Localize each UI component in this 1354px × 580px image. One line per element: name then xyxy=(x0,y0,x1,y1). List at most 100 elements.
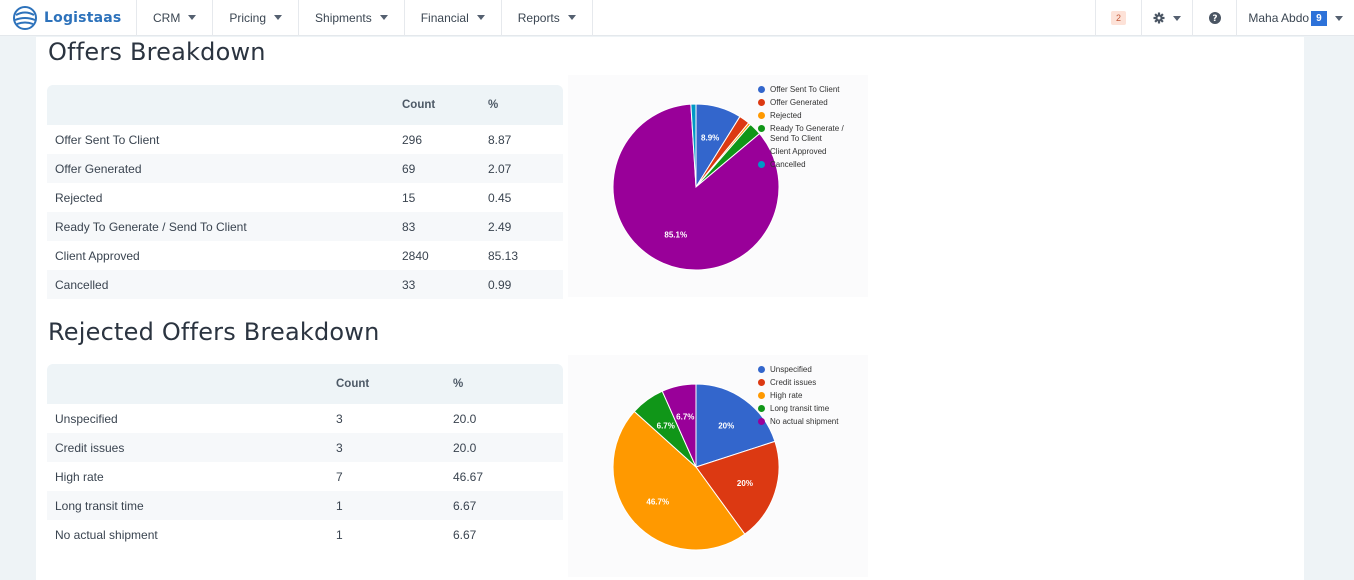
offers-breakdown-title: Offers Breakdown xyxy=(48,38,266,66)
notification-badge: 2 xyxy=(1110,11,1126,25)
legend-label: No actual shipment xyxy=(770,417,839,427)
legend-label: Offer Generated xyxy=(770,98,828,108)
header-percent: % xyxy=(453,364,563,404)
row-label: Client Approved xyxy=(55,248,140,263)
legend-color-swatch xyxy=(758,379,765,387)
rejected-chart-panel: 20% 20% 46.7% 6.7% 6.7% Unspecified Credit is… xyxy=(568,355,868,577)
offers-chart-legend: Offer Sent To Client Offer Generated Rejec… xyxy=(758,85,860,173)
menu-crm[interactable]: CRM xyxy=(136,0,212,36)
legend-label: Client Approved xyxy=(770,146,827,156)
row-label: Unspecified xyxy=(55,411,118,426)
help-button[interactable]: ? xyxy=(1192,0,1236,36)
legend-color-swatch xyxy=(758,392,765,400)
row-count: 1 xyxy=(336,491,453,520)
table-row: High rate 7 46.67 xyxy=(47,462,563,491)
row-count: 69 xyxy=(402,154,488,183)
chevron-down-icon xyxy=(476,15,485,20)
header-count: Count xyxy=(402,85,488,125)
row-label: Long transit time xyxy=(47,491,336,520)
row-label: Credit issues xyxy=(47,433,336,462)
legend-color-swatch xyxy=(758,366,765,373)
right-nav: 2 ? Maha Abdo 9 xyxy=(1095,0,1354,36)
legend-item[interactable]: Credit issues xyxy=(758,378,860,388)
slice-label: 85.1% xyxy=(664,230,687,239)
legend-label: High rate xyxy=(770,391,803,401)
menu-label: Reports xyxy=(517,10,560,25)
globe-icon xyxy=(13,5,37,30)
header-percent: % xyxy=(488,85,563,125)
rejected-offers-table: Count % Unspecified 3 20.0 Credit issues 3 2… xyxy=(47,364,563,549)
legend-color-swatch xyxy=(758,99,765,107)
row-percent: 6.67 xyxy=(453,491,563,520)
row-count: 3 xyxy=(336,411,343,426)
main-menu: CRM Pricing Shipments Financial Reports xyxy=(136,0,593,36)
slice-label: 6.7% xyxy=(676,413,694,422)
table-row: Offer Generated 69 2.07 xyxy=(47,154,563,183)
slice-label: 46.7% xyxy=(646,497,669,506)
report-content: Offers Breakdown Count % Offer Sent To C… xyxy=(36,37,1304,580)
legend-color-swatch xyxy=(758,418,765,426)
table-row: Credit issues 3 20.0 xyxy=(47,433,563,462)
legend-label: Unspecified xyxy=(770,365,812,374)
row-count: 1 xyxy=(336,527,343,542)
legend-color-swatch xyxy=(758,147,765,155)
chevron-down-icon xyxy=(379,15,388,20)
menu-reports[interactable]: Reports xyxy=(500,0,593,36)
legend-color-swatch xyxy=(758,86,765,93)
row-percent: 0.45 xyxy=(488,190,512,205)
menu-label: CRM xyxy=(153,10,181,25)
menu-shipments[interactable]: Shipments xyxy=(298,0,404,36)
legend-color-swatch xyxy=(758,161,765,169)
menu-label: Shipments xyxy=(315,10,372,25)
row-count: 83 xyxy=(402,212,488,241)
header-count: Count xyxy=(336,364,453,404)
row-label: Ready To Generate / Send To Client xyxy=(47,212,402,241)
legend-item[interactable]: Client Approved xyxy=(758,147,860,157)
row-percent: 2.49 xyxy=(488,212,563,241)
legend-item[interactable]: Ready To Generate / Send To Client xyxy=(758,124,860,143)
menu-label: Financial xyxy=(420,10,469,25)
chevron-down-icon xyxy=(188,15,197,20)
legend-item[interactable]: Long transit time xyxy=(758,404,860,414)
legend-label: Cancelled xyxy=(770,160,806,170)
menu-pricing[interactable]: Pricing xyxy=(212,0,298,36)
row-percent: 2.07 xyxy=(488,154,563,183)
settings-button[interactable] xyxy=(1141,0,1192,36)
chevron-down-icon xyxy=(567,15,576,20)
notifications-button[interactable]: 2 xyxy=(1095,0,1141,36)
row-percent: 20.0 xyxy=(453,433,563,462)
user-menu[interactable]: Maha Abdo 9 xyxy=(1236,0,1354,36)
legend-label: Offer Sent To Client xyxy=(770,85,840,94)
offers-table: Count % Offer Sent To Client 296 8.87 Offe… xyxy=(47,85,563,299)
table-header-row: Count % xyxy=(47,85,563,125)
slice-label: 20% xyxy=(737,479,753,488)
row-count: 2840 xyxy=(402,248,429,263)
rejected-offers-breakdown-title: Rejected Offers Breakdown xyxy=(48,318,380,346)
question-icon: ? xyxy=(1208,12,1221,24)
row-percent: 8.87 xyxy=(488,132,512,147)
legend-item[interactable]: Offer Generated xyxy=(758,98,860,108)
row-percent: 85.13 xyxy=(488,248,519,263)
legend-item[interactable]: High rate xyxy=(758,391,860,401)
row-label: Offer Generated xyxy=(47,154,402,183)
slice-label: 6.7% xyxy=(657,421,675,430)
table-row: Rejected 15 0.45 xyxy=(47,183,563,212)
brand-logo[interactable]: Logistaas xyxy=(0,0,136,36)
offers-chart-panel: 8.9% 85.1% Offer Sent To Client Offer Gene… xyxy=(568,75,868,297)
legend-item[interactable]: No actual shipment xyxy=(758,417,860,427)
user-name: Maha Abdo xyxy=(1248,11,1310,25)
row-count: 3 xyxy=(336,433,453,462)
row-label: Offer Sent To Client xyxy=(55,132,160,147)
legend-item[interactable]: Unspecified xyxy=(758,365,860,375)
legend-item[interactable]: Cancelled xyxy=(758,160,860,170)
row-percent: 6.67 xyxy=(453,527,477,542)
user-count-badge: 9 xyxy=(1311,10,1327,26)
rejected-chart-legend: Unspecified Credit issues High rate Long tr… xyxy=(758,365,860,430)
legend-item[interactable]: Offer Sent To Client xyxy=(758,85,860,95)
legend-color-swatch xyxy=(758,112,765,120)
legend-item[interactable]: Rejected xyxy=(758,111,860,121)
menu-financial[interactable]: Financial xyxy=(403,0,501,36)
row-percent: 20.0 xyxy=(453,411,477,426)
row-percent: 0.99 xyxy=(488,270,563,299)
row-count: 33 xyxy=(402,270,488,299)
